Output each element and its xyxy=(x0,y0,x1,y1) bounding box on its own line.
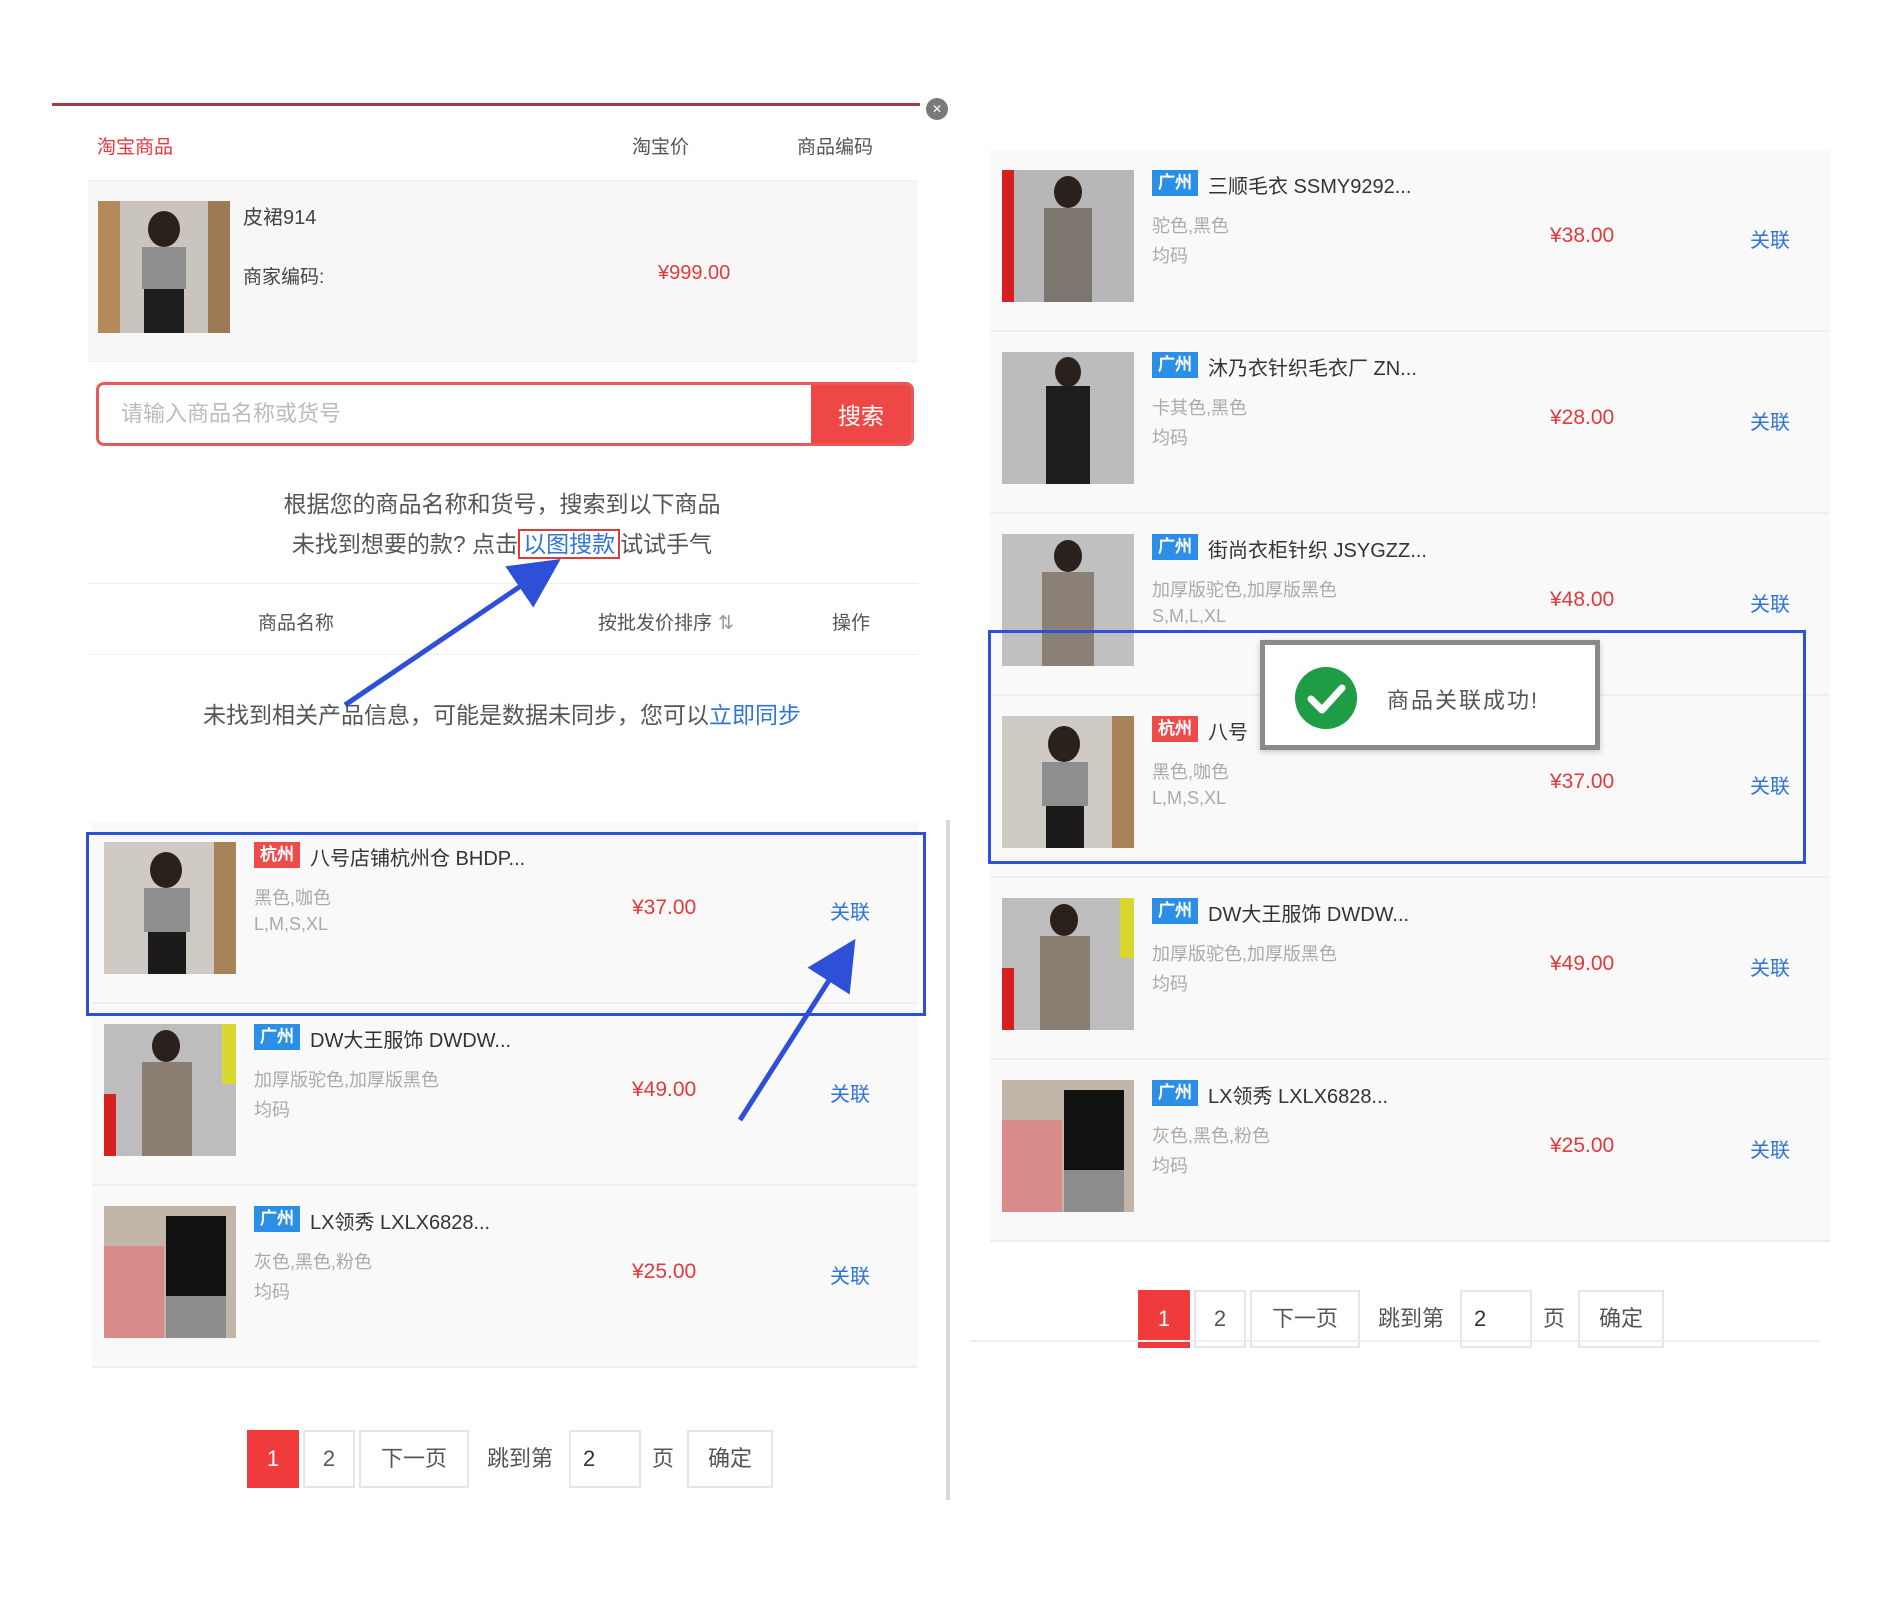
source-product-row: 皮裙914 商家编码: ¥999.00 xyxy=(88,180,918,362)
search-input[interactable] xyxy=(99,385,811,443)
product-link-dialog-left: ✕ 淘宝商品 淘宝价 商品编码 皮裙914 商家编码: ¥999.00 搜索 根… xyxy=(52,98,952,1500)
search-button[interactable]: 搜索 xyxy=(811,385,911,443)
product-sizes: 均码 xyxy=(1152,428,1188,448)
product-title: LX领秀 LXLX6828... xyxy=(1208,1086,1389,1108)
page-2-button[interactable]: 2 xyxy=(303,1430,355,1488)
checkmark-icon xyxy=(1295,667,1357,729)
close-icon[interactable]: ✕ xyxy=(926,98,948,120)
sort-icon[interactable]: ⇅ xyxy=(718,613,734,634)
link-product-button[interactable]: 关联 xyxy=(1750,1134,1790,1163)
location-tag: 广州 xyxy=(1152,170,1198,196)
product-colors: 加厚版驼色,加厚版黑色 xyxy=(254,1070,439,1090)
product-colors: 卡其色,黑色 xyxy=(1152,398,1248,418)
product-price: ¥49.00 xyxy=(632,1078,697,1101)
product-sizes: S,M,L,XL xyxy=(1152,606,1227,626)
product-sizes: 均码 xyxy=(1152,1156,1188,1176)
location-tag: 广州 xyxy=(1152,1080,1198,1106)
header-taobao-product: 淘宝商品 xyxy=(97,137,174,158)
sort-label: 按批发价排序 xyxy=(598,613,713,634)
list-item: 广州 沐乃衣针织毛衣厂 ZN... 卡其色,黑色 均码 ¥28.00 关联 xyxy=(990,332,1830,514)
location-tag: 广州 xyxy=(1152,898,1198,924)
highlight-box xyxy=(86,832,926,1016)
product-title: DW大王服饰 DWDW... xyxy=(1208,904,1410,926)
product-thumbnail xyxy=(98,201,230,333)
product-price: ¥25.00 xyxy=(632,1260,697,1283)
product-thumbnail xyxy=(104,1024,236,1156)
product-title: 沐乃衣针织毛衣厂 ZN... xyxy=(1208,358,1417,380)
merchant-code-label: 商家编码: xyxy=(243,267,325,288)
result-line-1: 根据您的商品名称和货号，搜索到以下商品 xyxy=(283,491,721,517)
product-title: 街尚衣柜针织 JSYGZZ... xyxy=(1208,540,1427,562)
product-title: DW大王服饰 DWDW... xyxy=(310,1030,512,1052)
pagination: 1 2 下一页 跳到第 页 确定 xyxy=(247,1430,847,1490)
image-search-link[interactable]: 以图搜款 xyxy=(518,529,621,559)
list-item: 广州 DW大王服饰 DWDW... 加厚版驼色,加厚版黑色 均码 ¥49.00 … xyxy=(990,878,1830,1060)
product-title: LX领秀 LXLX6828... xyxy=(310,1212,491,1234)
search-result-message: 根据您的商品名称和货号，搜索到以下商品 未找到想要的款? 点击 以图搜款 试试手气 xyxy=(52,484,952,564)
confirm-button[interactable]: 确定 xyxy=(687,1430,773,1488)
sync-now-link[interactable]: 立即同步 xyxy=(709,702,801,728)
product-thumbnail xyxy=(1002,1080,1134,1212)
divider xyxy=(970,1340,1820,1342)
dialog-top-border xyxy=(52,103,920,106)
product-colors: 驼色,黑色 xyxy=(1152,216,1230,236)
link-product-button[interactable]: 关联 xyxy=(830,1078,870,1107)
product-price: ¥49.00 xyxy=(1550,952,1615,975)
search-bar: 搜索 xyxy=(96,382,914,446)
product-thumbnail xyxy=(1002,898,1134,1030)
link-product-button[interactable]: 关联 xyxy=(1750,406,1790,435)
location-tag: 广州 xyxy=(1152,534,1198,560)
product-colors: 加厚版驼色,加厚版黑色 xyxy=(1152,944,1337,964)
header-product-code: 商品编码 xyxy=(797,137,874,158)
product-thumbnail xyxy=(1002,170,1134,302)
next-page-button[interactable]: 下一页 xyxy=(359,1430,469,1488)
column-operation: 操作 xyxy=(832,613,871,634)
sync-message-text: 未找到相关产品信息，可能是数据未同步，您可以 xyxy=(203,702,709,728)
product-colors: 灰色,黑色,粉色 xyxy=(1152,1126,1271,1146)
sync-message: 未找到相关产品信息，可能是数据未同步，您可以立即同步 xyxy=(52,696,952,730)
product-price: ¥28.00 xyxy=(1550,406,1615,429)
product-sizes: 均码 xyxy=(254,1282,290,1302)
link-product-button[interactable]: 关联 xyxy=(1750,952,1790,981)
product-title: 三顺毛衣 SSMY9292... xyxy=(1208,176,1412,198)
link-product-button[interactable]: 关联 xyxy=(830,1260,870,1289)
product-thumbnail xyxy=(104,1206,236,1338)
list-item: 广州 LX领秀 LXLX6828... 灰色,黑色,粉色 均码 ¥25.00 关… xyxy=(990,1060,1830,1242)
list-item: 广州 LX领秀 LXLX6828... 灰色,黑色,粉色 均码 ¥25.00 关… xyxy=(92,1186,918,1368)
product-sizes: 均码 xyxy=(1152,246,1188,266)
sort-by-wholesale-price[interactable]: 按批发价排序 ⇅ xyxy=(598,608,734,635)
location-tag: 广州 xyxy=(1152,352,1198,378)
product-thumbnail xyxy=(1002,352,1134,484)
list-item: 广州 三顺毛衣 SSMY9292... 驼色,黑色 均码 ¥38.00 关联 xyxy=(990,150,1830,332)
product-sizes: 均码 xyxy=(1152,974,1188,994)
product-colors: 加厚版驼色,加厚版黑色 xyxy=(1152,580,1337,600)
link-product-button[interactable]: 关联 xyxy=(1750,224,1790,253)
jump-to-label: 跳到第 xyxy=(487,1446,554,1471)
source-product-price: ¥999.00 xyxy=(658,262,731,284)
result-line-2: 未找到想要的款? 点击 以图搜款 试试手气 xyxy=(52,524,952,564)
success-toast: 商品关联成功! xyxy=(1260,640,1600,750)
location-tag: 广州 xyxy=(254,1024,300,1050)
result-line-2-suffix: 试试手气 xyxy=(620,531,713,557)
column-product-name: 商品名称 xyxy=(258,613,335,634)
result-line-2-prefix: 未找到想要的款? 点击 xyxy=(291,531,519,557)
page-suffix-label: 页 xyxy=(652,1446,675,1471)
product-price: ¥25.00 xyxy=(1550,1134,1615,1157)
product-price: ¥48.00 xyxy=(1550,588,1615,611)
scrollbar[interactable] xyxy=(946,820,950,1500)
toast-message: 商品关联成功! xyxy=(1387,688,1540,713)
product-link-dialog-right: 广州 三顺毛衣 SSMY9292... 驼色,黑色 均码 ¥38.00 关联 广… xyxy=(970,150,1850,1400)
header-taobao-price: 淘宝价 xyxy=(632,137,690,158)
source-product-name: 皮裙914 xyxy=(243,207,317,229)
jump-page-input[interactable] xyxy=(569,1430,641,1488)
result-list-header: 商品名称 按批发价排序 ⇅ 操作 xyxy=(88,583,918,655)
list-item: 广州 DW大王服饰 DWDW... 加厚版驼色,加厚版黑色 均码 ¥49.00 … xyxy=(92,1004,918,1186)
product-sizes: 均码 xyxy=(254,1100,290,1120)
product-price: ¥38.00 xyxy=(1550,224,1615,247)
location-tag: 广州 xyxy=(254,1206,300,1232)
page-1-button[interactable]: 1 xyxy=(247,1430,299,1488)
product-colors: 灰色,黑色,粉色 xyxy=(254,1252,373,1272)
link-product-button[interactable]: 关联 xyxy=(1750,588,1790,617)
